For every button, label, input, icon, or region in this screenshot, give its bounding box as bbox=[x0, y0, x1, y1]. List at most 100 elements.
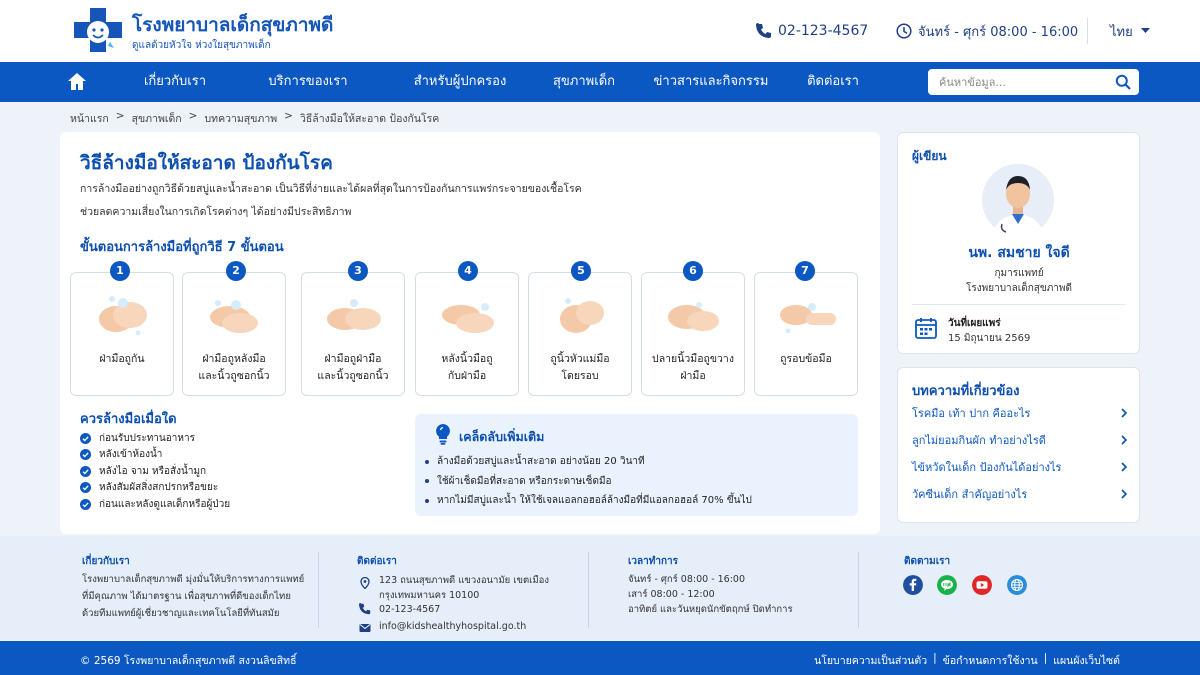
breadcrumb-separator: > bbox=[284, 110, 293, 122]
handwash-step-illustration-icon bbox=[99, 296, 147, 336]
check-circle-icon bbox=[80, 482, 91, 494]
check-circle-icon bbox=[80, 432, 91, 444]
breadcrumb-separator: > bbox=[115, 110, 125, 122]
chevron-right-icon bbox=[1121, 435, 1128, 445]
article-intro-line: ช่วยลดความเสี่ยงในการเกิดโรคต่างๆ ได้อย่… bbox=[80, 206, 352, 218]
when-list: ก่อนรับประทานอาหาร หลังเข้าห้องน้ำ หลังไ… bbox=[80, 430, 230, 513]
page-title: วิธีล้างมือให้สะอาด ป้องกันโรค bbox=[80, 152, 333, 174]
breadcrumb-child-health[interactable]: สุขภาพเด็ก bbox=[132, 110, 182, 127]
link-separator: | bbox=[933, 652, 937, 664]
footer-email[interactable]: info@kidshealthyhospital.go.th bbox=[379, 621, 526, 632]
logo-subtitle: ดูแลด้วยหัวใจ ห่วงใยสุขภาพเด็ก bbox=[132, 40, 271, 51]
home-icon[interactable] bbox=[66, 71, 88, 93]
breadcrumb: หน้าแรก > สุขภาพเด็ก > บทความสุขภาพ > วิ… bbox=[70, 110, 439, 127]
footer-about-heading: เกี่ยวกับเรา bbox=[82, 556, 130, 567]
privacy-policy-link[interactable]: นโยบายความเป็นส่วนตัว bbox=[814, 652, 927, 669]
clock-icon bbox=[896, 23, 912, 39]
nav-item-child-health[interactable]: สุขภาพเด็ก bbox=[553, 62, 615, 102]
bullet-icon bbox=[425, 459, 429, 464]
location-pin-icon bbox=[360, 577, 370, 589]
footer-hours-text: เสาร์ 08:00 - 12:00 bbox=[628, 589, 715, 600]
check-circle-icon bbox=[80, 449, 91, 461]
list-item: ล้างมือด้วยสบู่และน้ำสะอาด อย่างน้อย 20 … bbox=[425, 452, 752, 472]
footer-hours-text: จันทร์ - ศุกร์ 08:00 - 16:00 bbox=[628, 574, 746, 585]
handwash-step-illustration-icon bbox=[668, 302, 719, 331]
footer-hours-heading: เวลาทำการ bbox=[628, 556, 679, 567]
author-role: กุมารแพทย์ bbox=[994, 268, 1044, 279]
author-organization: โรงพยาบาลเด็กสุขภาพดี bbox=[966, 283, 1072, 294]
step-card-6: ปลายนิ้วมือถูขวาง ฝ่ามือ bbox=[641, 272, 745, 396]
article-intro-line: การล้างมืออย่างถูกวิธีด้วยสบู่และน้ำสะอา… bbox=[80, 183, 582, 195]
list-item: หลังเข้าห้องน้ำ bbox=[80, 447, 230, 464]
footer-hours-text: อาทิตย์ และวันหยุดนักขัตฤกษ์ ปิดทำการ bbox=[628, 604, 793, 615]
nav-item-contact[interactable]: ติดต่อเรา bbox=[807, 62, 859, 102]
footer-contact-heading: ติดต่อเรา bbox=[357, 556, 397, 567]
list-item: หลังไอ จาม หรือสั่งน้ำมูก bbox=[80, 463, 230, 480]
footer-follow-heading: ติดตามเรา bbox=[904, 556, 951, 567]
step-label: ปลายนิ้วมือถูขวาง ฝ่ามือ bbox=[652, 353, 734, 382]
step-number: 7 bbox=[795, 261, 815, 281]
sitemap-link[interactable]: แผนผังเว็บไซต์ bbox=[1053, 652, 1120, 669]
footer-phone[interactable]: 02-123-4567 bbox=[379, 604, 440, 615]
tips-list: ล้างมือด้วยสบู่และน้ำสะอาด อย่างน้อย 20 … bbox=[425, 452, 752, 511]
footer-address: 123 ถนนสุขภาพดี แขวงอนามัย เขตเมือง bbox=[379, 575, 549, 586]
calendar-icon bbox=[915, 318, 937, 339]
lightbulb-icon bbox=[436, 424, 450, 445]
step-card-5: ถูนิ้วหัวแม่มือ โดยรอบ bbox=[528, 272, 632, 396]
footer-about-text: ที่มีคุณภาพ ได้มาตรฐาน เพื่อสุขภาพที่ดีข… bbox=[82, 591, 291, 602]
header-hours: จันทร์ - ศุกร์ 08:00 - 16:00 bbox=[896, 20, 1078, 42]
step-label: ถูนิ้วหัวแม่มือ โดยรอบ bbox=[550, 353, 610, 382]
language-selector[interactable]: ไทย bbox=[1110, 20, 1150, 42]
chevron-right-icon bbox=[1121, 489, 1128, 499]
nav-item-services[interactable]: บริการของเรา bbox=[268, 62, 347, 102]
footer-about-text: โรงพยาบาลเด็กสุขภาพดี มุ่งมั่นให้บริการท… bbox=[82, 574, 305, 585]
nav-item-parents[interactable]: สำหรับผู้ปกครอง bbox=[414, 62, 507, 102]
when-heading: ควรล้างมือเมื่อใด bbox=[80, 412, 177, 427]
breadcrumb-current: วิธีล้างมือให้สะอาด ป้องกันโรค bbox=[299, 113, 440, 125]
step-card-7: ถูรอบข้อมือ bbox=[754, 272, 858, 396]
doctor-avatar-icon bbox=[982, 164, 1054, 236]
related-article-link[interactable]: ลูกไม่ยอมกินผัก ทำอย่างไรดี bbox=[912, 430, 1128, 450]
facebook-icon[interactable] bbox=[903, 575, 923, 595]
article-intro: การล้างมืออย่างถูกวิธีด้วยสบู่และน้ำสะอา… bbox=[80, 178, 860, 224]
list-item: หลังสัมผัสสิ่งสกปรกหรือขยะ bbox=[80, 480, 230, 497]
step-label: ฝ่ามือถูหลังมือ และนิ้วถูซอกนิ้ว bbox=[198, 353, 270, 382]
handwash-step-illustration-icon bbox=[560, 298, 604, 333]
search-input[interactable] bbox=[928, 69, 1108, 95]
list-item: หากไม่มีสบู่และน้ำ ให้ใช้เจลแอลกอฮอล์ล้า… bbox=[425, 491, 752, 511]
youtube-icon[interactable] bbox=[972, 575, 992, 595]
search-icon[interactable] bbox=[1115, 74, 1131, 90]
nav-item-news[interactable]: ข่าวสารและกิจกรรม bbox=[654, 62, 769, 102]
step-card-4: หลังนิ้วมือถู กับฝ่ามือ bbox=[415, 272, 519, 396]
step-number: 3 bbox=[348, 261, 368, 281]
list-item: ก่อนและหลังดูแลเด็กหรือผู้ป่วย bbox=[80, 496, 230, 513]
footer-divider bbox=[318, 552, 319, 628]
header-divider bbox=[1087, 18, 1088, 44]
tips-title: เคล็ดลับเพิ่มเติม bbox=[459, 429, 545, 444]
steps-heading: ขั้นตอนการล้างมือที่ถูกวิธี 7 ขั้นตอน bbox=[80, 240, 284, 255]
logo-title[interactable]: โรงพยาบาลเด็กสุขภาพดี bbox=[132, 10, 333, 40]
bottom-bar: © 2569 โรงพยาบาลเด็กสุขภาพดี สงวนลิขสิทธ… bbox=[0, 641, 1200, 675]
website-globe-icon[interactable] bbox=[1007, 575, 1027, 595]
language-label: ไทย bbox=[1110, 24, 1133, 40]
header-phone[interactable]: 02-123-4567 bbox=[756, 20, 868, 42]
related-article-link[interactable]: ไข้หวัดในเด็ก ป้องกันได้อย่างไร bbox=[912, 457, 1128, 477]
divider bbox=[912, 304, 1125, 305]
step-number: 4 bbox=[458, 261, 478, 281]
chevron-down-icon bbox=[1140, 28, 1150, 33]
nav-item-about[interactable]: เกี่ยวกับเรา bbox=[144, 62, 206, 102]
breadcrumb-home[interactable]: หน้าแรก bbox=[70, 110, 109, 127]
line-icon[interactable] bbox=[937, 575, 957, 595]
published-date: 15 มิถุนายน 2569 bbox=[948, 333, 1031, 344]
chevron-right-icon bbox=[1121, 462, 1128, 472]
terms-of-use-link[interactable]: ข้อกำหนดการใช้งาน bbox=[943, 652, 1038, 669]
footer-divider bbox=[588, 552, 589, 628]
step-label: ถูรอบข้อมือ bbox=[780, 353, 832, 365]
related-article-link[interactable]: วัคซีนเด็ก สำคัญอย่างไร bbox=[912, 484, 1128, 504]
check-circle-icon bbox=[80, 465, 91, 477]
breadcrumb-articles[interactable]: บทความสุขภาพ bbox=[204, 110, 277, 127]
hospital-logo-icon[interactable] bbox=[70, 6, 126, 56]
related-article-link[interactable]: โรคมือ เท้า ปาก คืออะไร bbox=[912, 403, 1128, 423]
step-label: ฝ่ามือถูฝ่ามือ และนิ้วถูซอกนิ้ว bbox=[317, 353, 389, 382]
author-heading: ผู้เขียน bbox=[912, 149, 947, 163]
